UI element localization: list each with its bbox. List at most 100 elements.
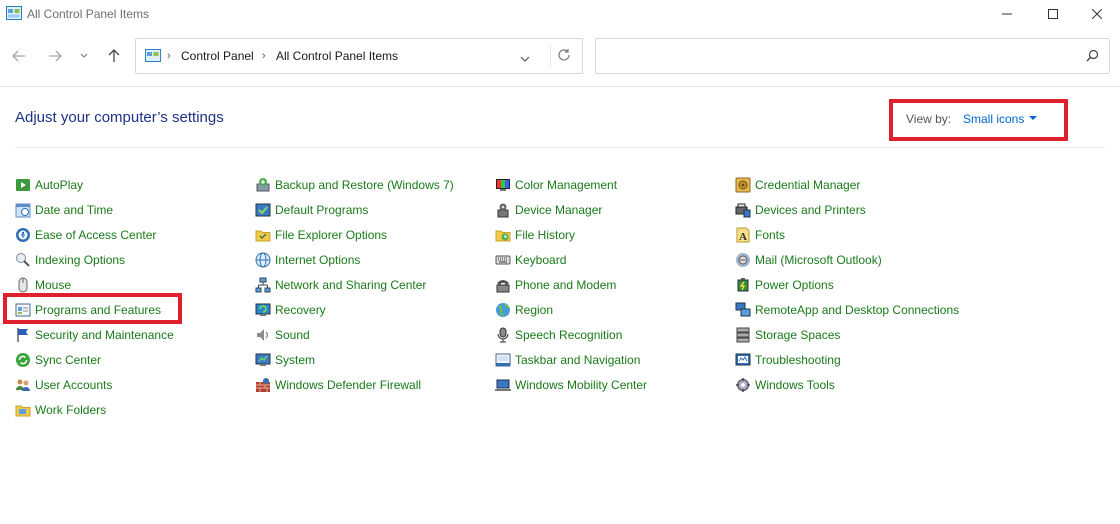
item-label[interactable]: Fonts bbox=[755, 228, 785, 242]
control-panel-item-autoplay[interactable]: AutoPlay bbox=[15, 175, 83, 195]
address-bar[interactable]: › Control Panel › All Control Panel Item… bbox=[135, 38, 583, 74]
item-label[interactable]: Power Options bbox=[755, 278, 834, 292]
item-label[interactable]: Default Programs bbox=[275, 203, 368, 217]
sync-icon bbox=[16, 353, 30, 367]
item-label[interactable]: AutoPlay bbox=[35, 178, 83, 192]
control-panel-item-troubleshooting[interactable]: Troubleshooting bbox=[735, 350, 841, 370]
control-panel-item-keyboard[interactable]: Keyboard bbox=[495, 250, 566, 270]
control-panel-item-ease-of-access-center[interactable]: Ease of Access Center bbox=[15, 225, 156, 245]
search-input[interactable] bbox=[602, 45, 1076, 67]
item-label[interactable]: Windows Tools bbox=[755, 378, 835, 392]
control-panel-item-credential-manager[interactable]: Credential Manager bbox=[735, 175, 860, 195]
item-label[interactable]: Sync Center bbox=[35, 353, 101, 367]
control-panel-item-windows-tools[interactable]: Windows Tools bbox=[735, 375, 835, 395]
item-label[interactable]: RemoteApp and Desktop Connections bbox=[755, 303, 959, 317]
printer-icon bbox=[735, 203, 751, 218]
control-panel-item-windows-mobility-center[interactable]: Windows Mobility Center bbox=[495, 375, 647, 395]
back-button[interactable] bbox=[10, 46, 28, 66]
item-label[interactable]: Mouse bbox=[35, 278, 71, 292]
control-panel-item-file-explorer-options[interactable]: File Explorer Options bbox=[255, 225, 387, 245]
recent-locations-button[interactable] bbox=[78, 46, 90, 66]
control-panel-item-speech-recognition[interactable]: Speech Recognition bbox=[495, 325, 622, 345]
item-label[interactable]: Network and Sharing Center bbox=[275, 278, 426, 292]
item-label[interactable]: Security and Maintenance bbox=[35, 328, 174, 342]
refresh-button[interactable] bbox=[557, 48, 571, 67]
item-label[interactable]: Backup and Restore (Windows 7) bbox=[275, 178, 454, 192]
up-button[interactable] bbox=[106, 46, 122, 66]
item-label[interactable]: User Accounts bbox=[35, 378, 112, 392]
item-label[interactable]: Recovery bbox=[275, 303, 326, 317]
item-label[interactable]: Device Manager bbox=[515, 203, 602, 217]
control-panel-item-date-and-time[interactable]: Date and Time bbox=[15, 200, 113, 220]
control-panel-item-network-and-sharing-center[interactable]: Network and Sharing Center bbox=[255, 275, 426, 295]
control-panel-item-mail-microsoft-outlook[interactable]: Mail (Microsoft Outlook) bbox=[735, 250, 882, 270]
item-label[interactable]: Work Folders bbox=[35, 403, 106, 417]
search-box[interactable] bbox=[595, 38, 1110, 74]
item-label[interactable]: Devices and Printers bbox=[755, 203, 866, 217]
default-programs-icon bbox=[255, 203, 271, 217]
control-panel-item-system[interactable]: System bbox=[255, 350, 315, 370]
item-label[interactable]: Keyboard bbox=[515, 253, 566, 267]
control-panel-icon bbox=[145, 49, 161, 62]
close-button[interactable] bbox=[1074, 0, 1120, 28]
item-label[interactable]: Indexing Options bbox=[35, 253, 125, 267]
control-panel-item-color-management[interactable]: Color Management bbox=[495, 175, 617, 195]
breadcrumb-all-items[interactable]: All Control Panel Items bbox=[276, 49, 398, 63]
item-label[interactable]: Internet Options bbox=[275, 253, 360, 267]
control-panel-item-file-history[interactable]: File History bbox=[495, 225, 575, 245]
breadcrumb-separator: › bbox=[167, 50, 171, 62]
control-panel-item-work-folders[interactable]: Work Folders bbox=[15, 400, 106, 420]
control-panel-item-region[interactable]: Region bbox=[495, 300, 553, 320]
arrow-right-icon bbox=[49, 50, 62, 62]
control-panel-item-fonts[interactable]: A Fonts bbox=[735, 225, 785, 245]
minimize-button[interactable] bbox=[984, 0, 1030, 28]
item-label[interactable]: Taskbar and Navigation bbox=[515, 353, 640, 367]
control-panel-item-indexing-options[interactable]: Indexing Options bbox=[15, 250, 125, 270]
item-label[interactable]: Mail (Microsoft Outlook) bbox=[755, 253, 882, 267]
ease-of-access-icon bbox=[16, 228, 30, 242]
color-icon bbox=[496, 179, 510, 191]
item-label[interactable]: Color Management bbox=[515, 178, 617, 192]
control-panel-item-remoteapp-and-desktop-connections[interactable]: RemoteApp and Desktop Connections bbox=[735, 300, 959, 320]
item-label[interactable]: Troubleshooting bbox=[755, 353, 841, 367]
control-panel-item-sound[interactable]: Sound bbox=[255, 325, 310, 345]
divider bbox=[550, 46, 551, 66]
control-panel-item-taskbar-and-navigation[interactable]: Taskbar and Navigation bbox=[495, 350, 640, 370]
forward-button[interactable] bbox=[46, 46, 64, 66]
item-label[interactable]: Speech Recognition bbox=[515, 328, 622, 342]
item-label[interactable]: Sound bbox=[275, 328, 310, 342]
control-panel-item-security-and-maintenance[interactable]: Security and Maintenance bbox=[15, 325, 174, 345]
item-label[interactable]: Phone and Modem bbox=[515, 278, 616, 292]
item-label[interactable]: Windows Mobility Center bbox=[515, 378, 647, 392]
item-label[interactable]: Date and Time bbox=[35, 203, 113, 217]
item-label[interactable]: Storage Spaces bbox=[755, 328, 840, 342]
item-label[interactable]: Credential Manager bbox=[755, 178, 860, 192]
control-panel-item-power-options[interactable]: Power Options bbox=[735, 275, 834, 295]
control-panel-item-sync-center[interactable]: Sync Center bbox=[15, 350, 101, 370]
control-panel-item-devices-and-printers[interactable]: Devices and Printers bbox=[735, 200, 866, 220]
control-panel-item-recovery[interactable]: Recovery bbox=[255, 300, 326, 320]
item-label[interactable]: Windows Defender Firewall bbox=[275, 378, 421, 392]
control-panel-item-internet-options[interactable]: Internet Options bbox=[255, 250, 360, 270]
item-label[interactable]: System bbox=[275, 353, 315, 367]
control-panel-item-storage-spaces[interactable]: Storage Spaces bbox=[735, 325, 840, 345]
speaker-icon bbox=[257, 329, 268, 341]
control-panel-item-default-programs[interactable]: Default Programs bbox=[255, 200, 368, 220]
item-label[interactable]: Region bbox=[515, 303, 553, 317]
control-panel-item-backup-and-restore-windows-7[interactable]: Backup and Restore (Windows 7) bbox=[255, 175, 454, 195]
item-label[interactable]: Ease of Access Center bbox=[35, 228, 156, 242]
control-panel-item-mouse[interactable]: Mouse bbox=[15, 275, 71, 295]
microphone-icon bbox=[497, 327, 509, 343]
control-panel-item-phone-and-modem[interactable]: Phone and Modem bbox=[495, 275, 616, 295]
control-panel-item-user-accounts[interactable]: User Accounts bbox=[15, 375, 112, 395]
control-panel-item-device-manager[interactable]: Device Manager bbox=[495, 200, 602, 220]
breadcrumb-control-panel[interactable]: Control Panel bbox=[181, 49, 254, 63]
page-title: Adjust your computer’s settings bbox=[15, 109, 224, 126]
item-label[interactable]: File History bbox=[515, 228, 575, 242]
maximize-button[interactable] bbox=[1030, 0, 1076, 28]
item-label[interactable]: File Explorer Options bbox=[275, 228, 387, 242]
address-dropdown-button[interactable] bbox=[520, 50, 530, 68]
control-panel-item-windows-defender-firewall[interactable]: Windows Defender Firewall bbox=[255, 375, 421, 395]
autoplay-icon bbox=[16, 179, 30, 191]
file-history-icon bbox=[495, 230, 511, 242]
